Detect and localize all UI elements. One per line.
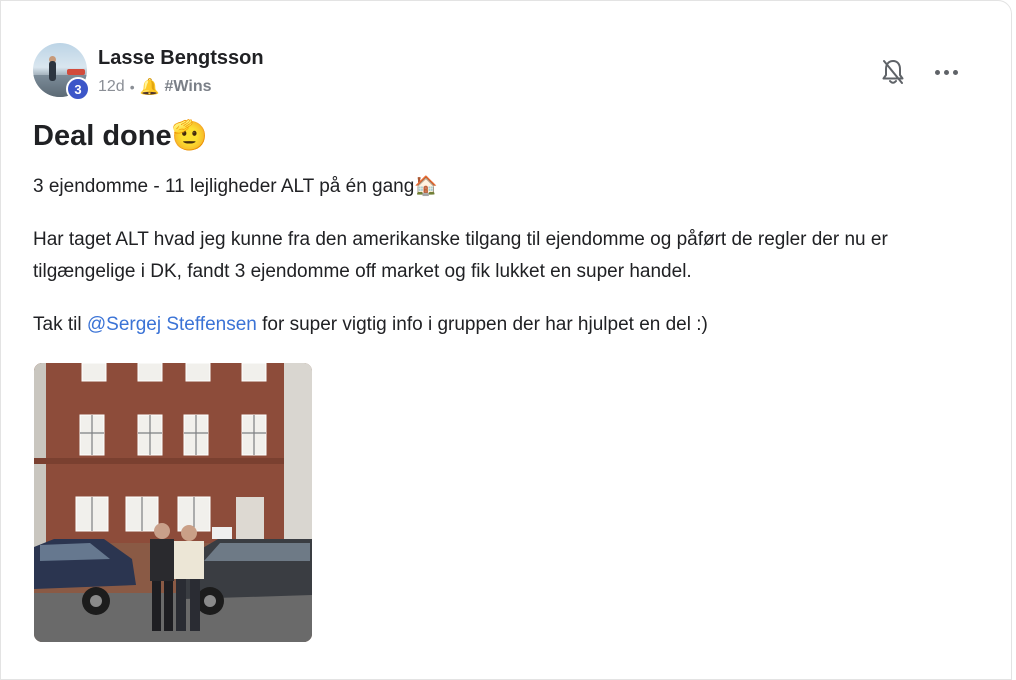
- paragraph-text: Tak til: [33, 314, 87, 335]
- more-options-button[interactable]: [931, 61, 961, 83]
- more-dot: [943, 69, 949, 75]
- bell-off-icon: [882, 60, 904, 84]
- author-avatar[interactable]: 3: [33, 43, 90, 101]
- post-meta: 12d • 🔔 #Wins: [98, 77, 212, 97]
- post-card: 3 Lasse Bengtsson 12d • 🔔 #Wins Deal don…: [0, 0, 1012, 680]
- post-paragraph: Har taget ALT hvad jeg kunne fra den ame…: [33, 229, 888, 282]
- notification-toggle-button[interactable]: [879, 57, 907, 87]
- post-time[interactable]: 12d: [98, 78, 125, 96]
- bell-emoji-icon: 🔔: [139, 79, 160, 96]
- category-link[interactable]: #Wins: [165, 78, 212, 96]
- post-image[interactable]: [34, 363, 312, 642]
- meta-separator: •: [129, 79, 135, 95]
- paragraph-text: for super vigtig info i gruppen der har …: [256, 314, 708, 335]
- author-name[interactable]: Lasse Bengtsson: [98, 47, 264, 70]
- more-dots-icon: [934, 69, 940, 75]
- post-title: Deal done🫡: [33, 120, 208, 152]
- post-paragraph: 3 ejendomme - 11 lejligheder ALT på én g…: [33, 176, 438, 197]
- building-photo: [34, 363, 312, 642]
- user-mention-link[interactable]: @Sergej Steffensen: [87, 314, 257, 335]
- post-paragraph: Tak til @Sergej Steffensen for super vig…: [33, 309, 973, 341]
- level-badge: 3: [66, 77, 90, 101]
- post-body: 3 ejendomme - 11 lejligheder ALT på én g…: [33, 171, 973, 362]
- more-dot: [952, 69, 958, 75]
